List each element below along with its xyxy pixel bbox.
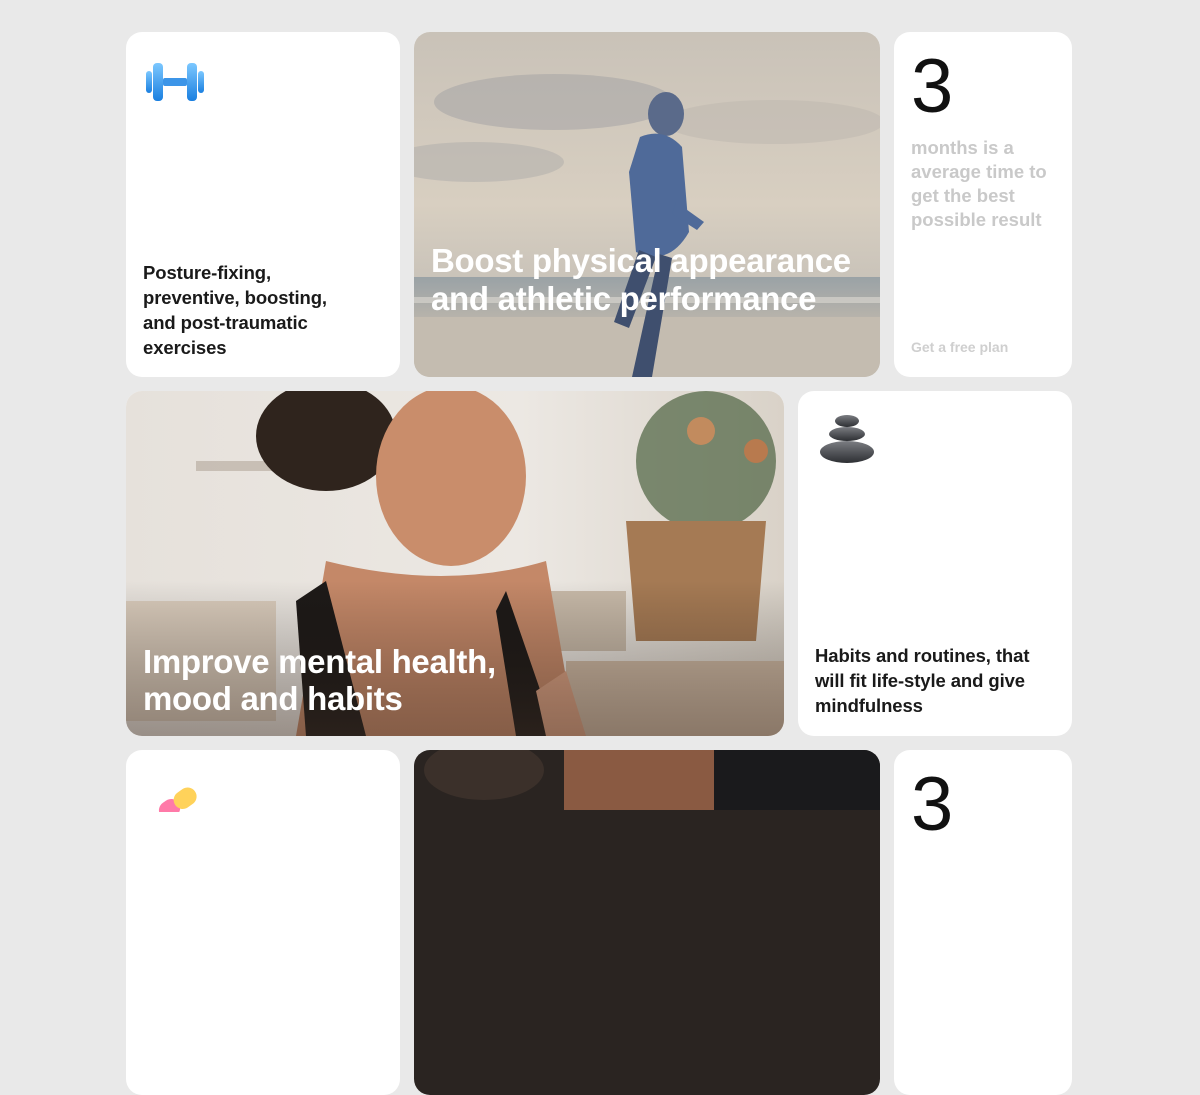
stacked-stones-icon	[820, 415, 874, 463]
runner-photo	[414, 32, 880, 377]
pill-icon	[158, 787, 197, 812]
habits-text: Habits and routines, that will fit life-…	[815, 645, 1030, 716]
exercises-card: Posture-fixing, preventive, boosting, an…	[126, 32, 400, 377]
habits-card: Habits and routines, that will fit life-…	[798, 391, 1072, 736]
mental-title: Improve mental health, mood and habits	[143, 643, 496, 717]
exercises-text: Posture-fixing, preventive, boosting, an…	[143, 262, 327, 358]
dark-photo	[414, 750, 880, 1095]
physical-performance-card[interactable]: Boost physical appearance and athletic p…	[414, 32, 880, 377]
get-free-plan-link[interactable]: Get a free plan	[911, 339, 1008, 355]
stat-description: months is a average time to get the best…	[911, 137, 1047, 230]
bottom-left-card	[126, 750, 400, 1095]
stat-card-bottom: 3	[894, 750, 1072, 1095]
stat-number-bottom: 3	[911, 762, 954, 847]
physical-title: Boost physical appearance and athletic p…	[431, 242, 851, 317]
mental-health-card[interactable]: Improve mental health, mood and habits	[126, 391, 784, 736]
stat-number: 3	[911, 44, 954, 129]
dumbbell-icon	[146, 63, 204, 101]
stat-card-top: 3 months is a average time to get the be…	[894, 32, 1072, 377]
bottom-middle-card[interactable]	[414, 750, 880, 1095]
